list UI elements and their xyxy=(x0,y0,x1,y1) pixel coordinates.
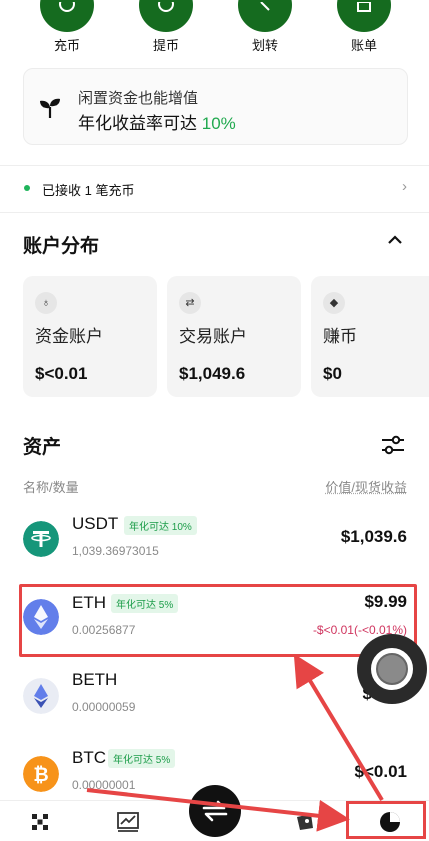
transfer-label: 划转 xyxy=(235,35,295,54)
divider xyxy=(0,212,429,213)
account-value: $<0.01 xyxy=(35,364,87,384)
fund-account-card[interactable]: ♁ 资金账户 $<0.01 xyxy=(23,276,157,397)
earn-account-card[interactable]: ◆ 赚币 $0 xyxy=(311,276,429,397)
bill-icon xyxy=(337,0,391,32)
apy-badge: 年化可达 5% xyxy=(108,749,175,768)
account-name: 资金账户 xyxy=(35,322,103,347)
promo-line1: 闲置资金也能增值 xyxy=(78,87,198,108)
eth-row-highlight xyxy=(19,584,417,657)
bill-label: 账单 xyxy=(334,35,394,54)
promo-line2: 年化收益率可达 10% xyxy=(78,109,236,134)
asset-quantity: 0.00000001 xyxy=(72,778,135,792)
account-name: 赚币 xyxy=(323,322,357,347)
trade-icon xyxy=(189,785,241,837)
withdraw-label: 提币 xyxy=(136,35,196,54)
deposit-action[interactable]: 充币 xyxy=(37,0,97,54)
chevron-up-icon[interactable] xyxy=(387,234,403,246)
svg-text:₿: ₿ xyxy=(33,764,48,786)
deposit-notice-text: 已接收 1 笔充币 xyxy=(42,180,134,199)
quick-actions: 充币 提币 划转 账单 xyxy=(0,0,429,48)
market-icon[interactable] xyxy=(115,809,141,835)
withdraw-icon xyxy=(139,0,193,32)
bill-action[interactable]: 账单 xyxy=(334,0,394,54)
chevron-right-icon: › xyxy=(402,178,407,195)
home-icon[interactable] xyxy=(27,809,53,835)
apy-badge: 年化可达 10% xyxy=(124,516,197,535)
deposit-icon xyxy=(40,0,94,32)
account-value: $1,049.6 xyxy=(179,364,245,384)
deposit-label: 充币 xyxy=(37,35,97,54)
deposit-notice[interactable]: 已接收 1 笔充币 › xyxy=(0,166,429,212)
account-name: 交易账户 xyxy=(179,322,247,347)
assets-title: 资产 xyxy=(23,432,61,459)
transfer-icon xyxy=(238,0,292,32)
earn-tab-icon[interactable] xyxy=(292,809,318,835)
trade-button[interactable] xyxy=(189,785,241,837)
asset-quantity: 1,039.36973015 xyxy=(72,544,159,558)
asset-quantity: 0.00000059 xyxy=(72,700,135,714)
asset-symbol: USDT xyxy=(72,514,118,534)
fund-account-icon: ♁ xyxy=(35,292,57,314)
account-value: $0 xyxy=(323,364,342,384)
status-dot xyxy=(24,185,30,191)
btc-coin-icon: ₿ xyxy=(23,756,59,792)
asset-value: $1,039.6 xyxy=(341,527,407,547)
asset-value: $<0.01 xyxy=(355,762,407,782)
column-header-name: 名称/数量 xyxy=(23,477,79,496)
earn-promo-card[interactable]: 闲置资金也能增值 年化收益率可达 10% xyxy=(23,68,408,145)
floating-assistive-button[interactable] xyxy=(357,634,427,704)
asset-row-usdt[interactable]: USDT 年化可达 10% 1,039.36973015 $1,039.6 xyxy=(0,506,429,576)
assets-tab-highlight xyxy=(346,801,426,839)
beth-coin-icon xyxy=(23,678,59,714)
asset-symbol: BETH xyxy=(72,670,117,690)
usdt-coin-icon xyxy=(23,521,59,557)
promo-rate: 10% xyxy=(202,114,236,133)
account-distribution-title: 账户分布 xyxy=(23,231,99,258)
promo-line2-prefix: 年化收益率可达 xyxy=(78,114,197,133)
transfer-action[interactable]: 划转 xyxy=(235,0,295,54)
floating-core xyxy=(378,655,406,683)
earn-icon: ◆ xyxy=(323,292,345,314)
trading-account-icon: ⇄ xyxy=(179,292,201,314)
asset-symbol: BTC xyxy=(72,748,106,768)
trading-account-card[interactable]: ⇄ 交易账户 $1,049.6 xyxy=(167,276,301,397)
withdraw-action[interactable]: 提币 xyxy=(136,0,196,54)
column-header-value[interactable]: 价值/现货收益 xyxy=(325,477,407,496)
sprout-icon xyxy=(38,97,62,119)
filter-sliders-icon[interactable] xyxy=(381,434,405,456)
